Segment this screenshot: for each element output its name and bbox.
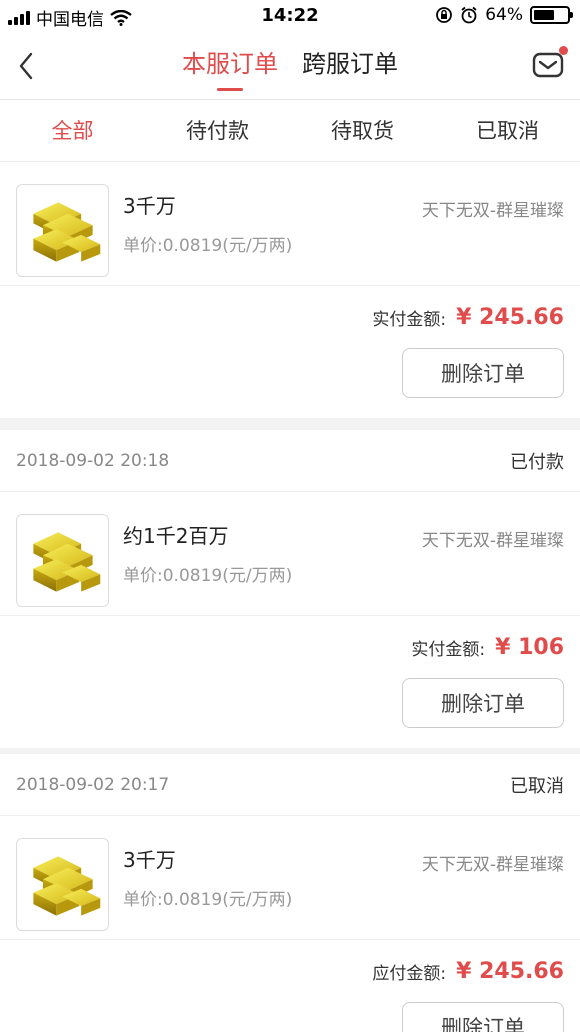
payment-amount: ¥ 106 <box>495 634 564 660</box>
nav-header: 本服订单 跨服订单 <box>0 32 580 100</box>
order-card: 2018-09-02 20:17 已取消 3千万 单价:0.0819(元/万两)… <box>0 754 580 1032</box>
filter-tabs: 全部 待付款 待取货 已取消 <box>0 100 580 162</box>
payment-row: 实付金额: ¥ 245.66 <box>0 286 580 348</box>
message-button[interactable] <box>532 46 568 80</box>
unit-price: 单价:0.0819(元/万两) <box>123 236 293 256</box>
order-product[interactable]: 3千万 单价:0.0819(元/万两) 天下无双-群星璀璨 <box>0 162 580 286</box>
action-row: 删除订单 <box>0 678 580 748</box>
server-name: 天下无双-群星璀璨 <box>421 531 564 551</box>
payment-amount: ¥ 245.66 <box>456 304 564 330</box>
order-header: 2018-09-02 20:17 已取消 <box>0 754 580 816</box>
gold-bars-icon <box>32 531 100 592</box>
server-name: 天下无双-群星璀璨 <box>421 855 564 875</box>
mail-icon <box>532 52 564 78</box>
filter-tab-all[interactable]: 全部 <box>0 100 145 161</box>
unit-price: 单价:0.0819(元/万两) <box>123 890 293 910</box>
order-status: 已取消 <box>510 775 564 797</box>
order-date: 2018-09-02 20:18 <box>16 450 170 471</box>
payment-label: 应付金额: <box>372 963 447 984</box>
order-date: 2018-09-02 20:17 <box>16 774 170 795</box>
alarm-icon <box>461 6 477 24</box>
battery-icon <box>530 6 573 24</box>
payment-row: 应付金额: ¥ 245.66 <box>0 940 580 1002</box>
product-thumbnail <box>16 184 109 277</box>
filter-tab-pending-payment[interactable]: 待付款 <box>145 100 290 161</box>
delete-order-button[interactable]: 删除订单 <box>402 678 564 728</box>
product-thumbnail <box>16 838 109 931</box>
status-right: 64% <box>435 5 573 25</box>
gold-bars-icon <box>32 855 100 916</box>
payment-row: 实付金额: ¥ 106 <box>0 616 580 678</box>
payment-amount: ¥ 245.66 <box>456 958 564 984</box>
payment-label: 实付金额: <box>411 639 486 660</box>
delete-order-button[interactable]: 删除订单 <box>402 348 564 398</box>
unit-price: 单价:0.0819(元/万两) <box>123 566 293 586</box>
order-card: 3千万 单价:0.0819(元/万两) 天下无双-群星璀璨 实付金额: ¥ 24… <box>0 162 580 418</box>
server-name: 天下无双-群星璀璨 <box>421 201 564 221</box>
product-thumbnail <box>16 514 109 607</box>
order-product[interactable]: 约1千2百万 单价:0.0819(元/万两) 天下无双-群星璀璨 <box>0 492 580 616</box>
order-card: 2018-09-02 20:18 已付款 约1千2百万 单价:0.0819(元/… <box>0 430 580 748</box>
battery-level <box>534 10 555 20</box>
status-bar: 中国电信 14:22 64% <box>0 0 580 32</box>
order-product[interactable]: 3千万 单价:0.0819(元/万两) 天下无双-群星璀璨 <box>0 816 580 940</box>
action-row: 删除订单 <box>0 348 580 418</box>
filter-tab-cancelled[interactable]: 已取消 <box>435 100 580 161</box>
gold-bars-icon <box>32 201 100 262</box>
order-type-tabs: 本服订单 跨服订单 <box>0 46 580 91</box>
action-row: 删除订单 <box>0 1002 580 1032</box>
unread-dot <box>559 46 568 55</box>
delete-order-button[interactable]: 删除订单 <box>402 1002 564 1032</box>
order-status: 已付款 <box>510 451 564 473</box>
tab-local-orders[interactable]: 本服订单 <box>182 46 278 91</box>
order-header: 2018-09-02 20:18 已付款 <box>0 430 580 492</box>
filter-tab-pending-pickup[interactable]: 待取货 <box>290 100 435 161</box>
rotation-lock-icon <box>436 7 453 23</box>
payment-label: 实付金额: <box>372 309 447 330</box>
battery-percent: 64% <box>485 5 523 25</box>
tab-cross-server-orders[interactable]: 跨服订单 <box>302 46 398 82</box>
